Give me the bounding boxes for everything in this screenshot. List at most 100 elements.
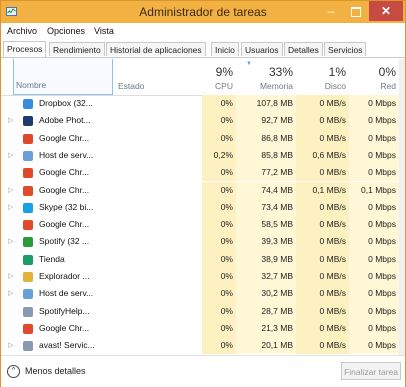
process-memory: 30,2 MB — [236, 285, 296, 303]
tab-detalles[interactable]: Detalles — [284, 42, 323, 56]
process-name: Google Chr... — [39, 184, 90, 195]
process-row[interactable]: ▷ Skype (32 bi... 0% 73,4 MB 0 MB/s 0 Mb… — [1, 198, 405, 217]
column-disk-label: Disco — [324, 81, 346, 91]
maximize-button[interactable] — [344, 1, 368, 21]
column-status[interactable]: Estado — [116, 59, 201, 95]
menu-opciones[interactable]: Opciones — [47, 26, 85, 36]
menu-vista[interactable]: Vista — [94, 26, 114, 36]
process-name: avast! Servic... — [39, 340, 95, 351]
tab-historial[interactable]: Historial de aplicaciones — [106, 42, 206, 56]
explorer-icon — [23, 272, 33, 282]
process-disk: 0 MB/s — [296, 285, 349, 303]
process-row[interactable]: ▷ Google Chr... 0% 74,4 MB 0,1 MB/s 0,1 … — [1, 181, 405, 199]
column-name[interactable]: Nombre — [13, 59, 113, 95]
vertical-scrollbar[interactable] — [399, 59, 405, 355]
expand-chevron-icon[interactable]: ▷ — [8, 233, 13, 250]
process-row[interactable]: Google Chr... 0% 21,3 MB 0 MB/s 0 Mbps — [1, 319, 405, 338]
tab-usuarios[interactable]: Usuarios — [241, 42, 283, 56]
dropbox-icon — [23, 99, 33, 109]
service-host-icon — [23, 150, 33, 161]
chrome-icon — [23, 185, 33, 196]
process-memory: 107,8 MB — [236, 95, 296, 113]
process-cpu: 0% — [202, 129, 236, 147]
process-name: Google Chr... — [39, 219, 90, 230]
process-disk: 0 MB/s — [296, 164, 349, 182]
process-row[interactable]: SpotifyHelp... 0% 28,7 MB 0 MB/s 0 Mbps — [1, 302, 405, 320]
column-network[interactable]: 0% Red — [349, 59, 399, 95]
process-disk: 0 MB/s — [296, 319, 349, 338]
process-row[interactable]: ▷ Host de serv... 0% 30,2 MB 0 MB/s 0 Mb… — [1, 285, 405, 303]
tab-rendimiento[interactable]: Rendimiento — [49, 42, 105, 56]
process-name: Host de serv... — [39, 149, 94, 160]
less-details-button[interactable]: ^ Menos detalles — [7, 365, 86, 378]
process-disk: 0 MB/s — [296, 216, 349, 234]
process-row[interactable]: ▷ avast! Servic... 0% 20,1 MB 0 MB/s 0 M… — [1, 337, 405, 355]
expand-chevron-icon[interactable]: ▷ — [8, 147, 13, 164]
close-button[interactable]: ✕ — [369, 1, 403, 21]
process-row[interactable]: ▷ Host de serv... 0,2% 85,8 MB 0,6 MB/s … — [1, 146, 405, 165]
process-row[interactable]: Dropbox (32... 0% 107,8 MB 0 MB/s 0 Mbps — [1, 95, 405, 113]
process-row[interactable]: Google Chr... 0% 58,5 MB 0 MB/s 0 Mbps — [1, 216, 405, 234]
process-network: 0 Mbps — [349, 198, 399, 217]
process-disk: 0 MB/s — [296, 112, 349, 130]
process-name: Google Chr... — [39, 132, 90, 143]
process-disk: 0 MB/s — [296, 268, 349, 286]
process-memory: 73,4 MB — [236, 198, 296, 217]
column-memory[interactable]: ▼ 33% Memoria — [236, 59, 296, 95]
process-network: 0 Mbps — [349, 95, 399, 113]
skype-icon — [23, 202, 33, 213]
expand-chevron-icon[interactable]: ▷ — [8, 112, 13, 129]
process-cpu: 0% — [202, 337, 236, 355]
minimize-button[interactable]: – — [319, 1, 343, 21]
menu-archivo[interactable]: Archivo — [7, 26, 37, 36]
process-row[interactable]: ▷ Explorador ... 0% 32,7 MB 0 MB/s 0 Mbp… — [1, 268, 405, 286]
process-disk: 0 MB/s — [296, 95, 349, 113]
column-disk[interactable]: 1% Disco — [296, 59, 349, 95]
chrome-icon — [23, 133, 33, 144]
process-network: 0 Mbps — [349, 319, 399, 338]
process-row[interactable]: Tienda 0% 38,9 MB 0 MB/s 0 Mbps — [1, 250, 405, 268]
process-cpu: 0% — [202, 233, 236, 251]
process-name: Dropbox (32... — [39, 98, 93, 108]
process-network: 0 Mbps — [349, 112, 399, 130]
process-row[interactable]: ▷ Adobe Phot... 0% 92,7 MB 0 MB/s 0 Mbps — [1, 112, 405, 130]
process-row[interactable]: ▷ Spotify (32 ... 0% 39,3 MB 0 MB/s 0 Mb… — [1, 233, 405, 251]
tab-inicio[interactable]: Inicio — [211, 42, 239, 56]
expand-chevron-icon[interactable]: ▷ — [8, 268, 13, 285]
expand-chevron-icon[interactable]: ▷ — [8, 182, 13, 199]
column-cpu-label: CPU — [215, 81, 233, 91]
title-bar[interactable]: Administrador de tareas – ✕ — [1, 1, 405, 23]
tab-servicios[interactable]: Servicios — [324, 42, 367, 56]
process-network: 0 Mbps — [349, 164, 399, 182]
menu-bar: Archivo Opciones Vista — [1, 23, 405, 39]
process-cpu: 0% — [202, 250, 236, 268]
column-memory-label: Memoria — [259, 81, 293, 91]
column-cpu[interactable]: 9% CPU — [202, 59, 236, 95]
spotify-icon — [23, 237, 33, 248]
end-task-button[interactable]: Finalizar tarea — [341, 362, 401, 380]
process-cpu: 0% — [202, 285, 236, 303]
process-cpu: 0% — [202, 319, 236, 338]
process-cpu: 0% — [202, 216, 236, 234]
process-memory: 20,1 MB — [236, 337, 296, 355]
process-row[interactable]: Google Chr... 0% 86,8 MB 0 MB/s 0 Mbps — [1, 129, 405, 147]
chrome-icon — [23, 323, 33, 334]
memory-percent: 33% — [268, 65, 293, 79]
process-network: 0 Mbps — [349, 146, 399, 165]
process-list: Dropbox (32... 0% 107,8 MB 0 MB/s 0 Mbps… — [1, 95, 405, 355]
process-name: Adobe Phot... — [39, 115, 91, 126]
expand-chevron-icon[interactable]: ▷ — [8, 337, 13, 354]
process-memory: 38,9 MB — [236, 250, 296, 268]
cpu-percent: 9% — [215, 65, 233, 79]
process-row[interactable]: Google Chr... 0% 77,2 MB 0 MB/s 0 Mbps — [1, 164, 405, 182]
process-name: SpotifyHelp... — [39, 305, 90, 316]
expand-chevron-icon[interactable]: ▷ — [8, 199, 13, 216]
process-memory: 39,3 MB — [236, 233, 296, 251]
process-memory: 74,4 MB — [236, 181, 296, 199]
process-cpu: 0% — [202, 181, 236, 199]
expand-chevron-icon[interactable]: ▷ — [8, 285, 13, 302]
tab-procesos[interactable]: Procesos — [3, 41, 47, 57]
app-window-icon — [23, 341, 33, 352]
process-disk: 0 MB/s — [296, 198, 349, 217]
process-memory: 77,2 MB — [236, 164, 296, 182]
